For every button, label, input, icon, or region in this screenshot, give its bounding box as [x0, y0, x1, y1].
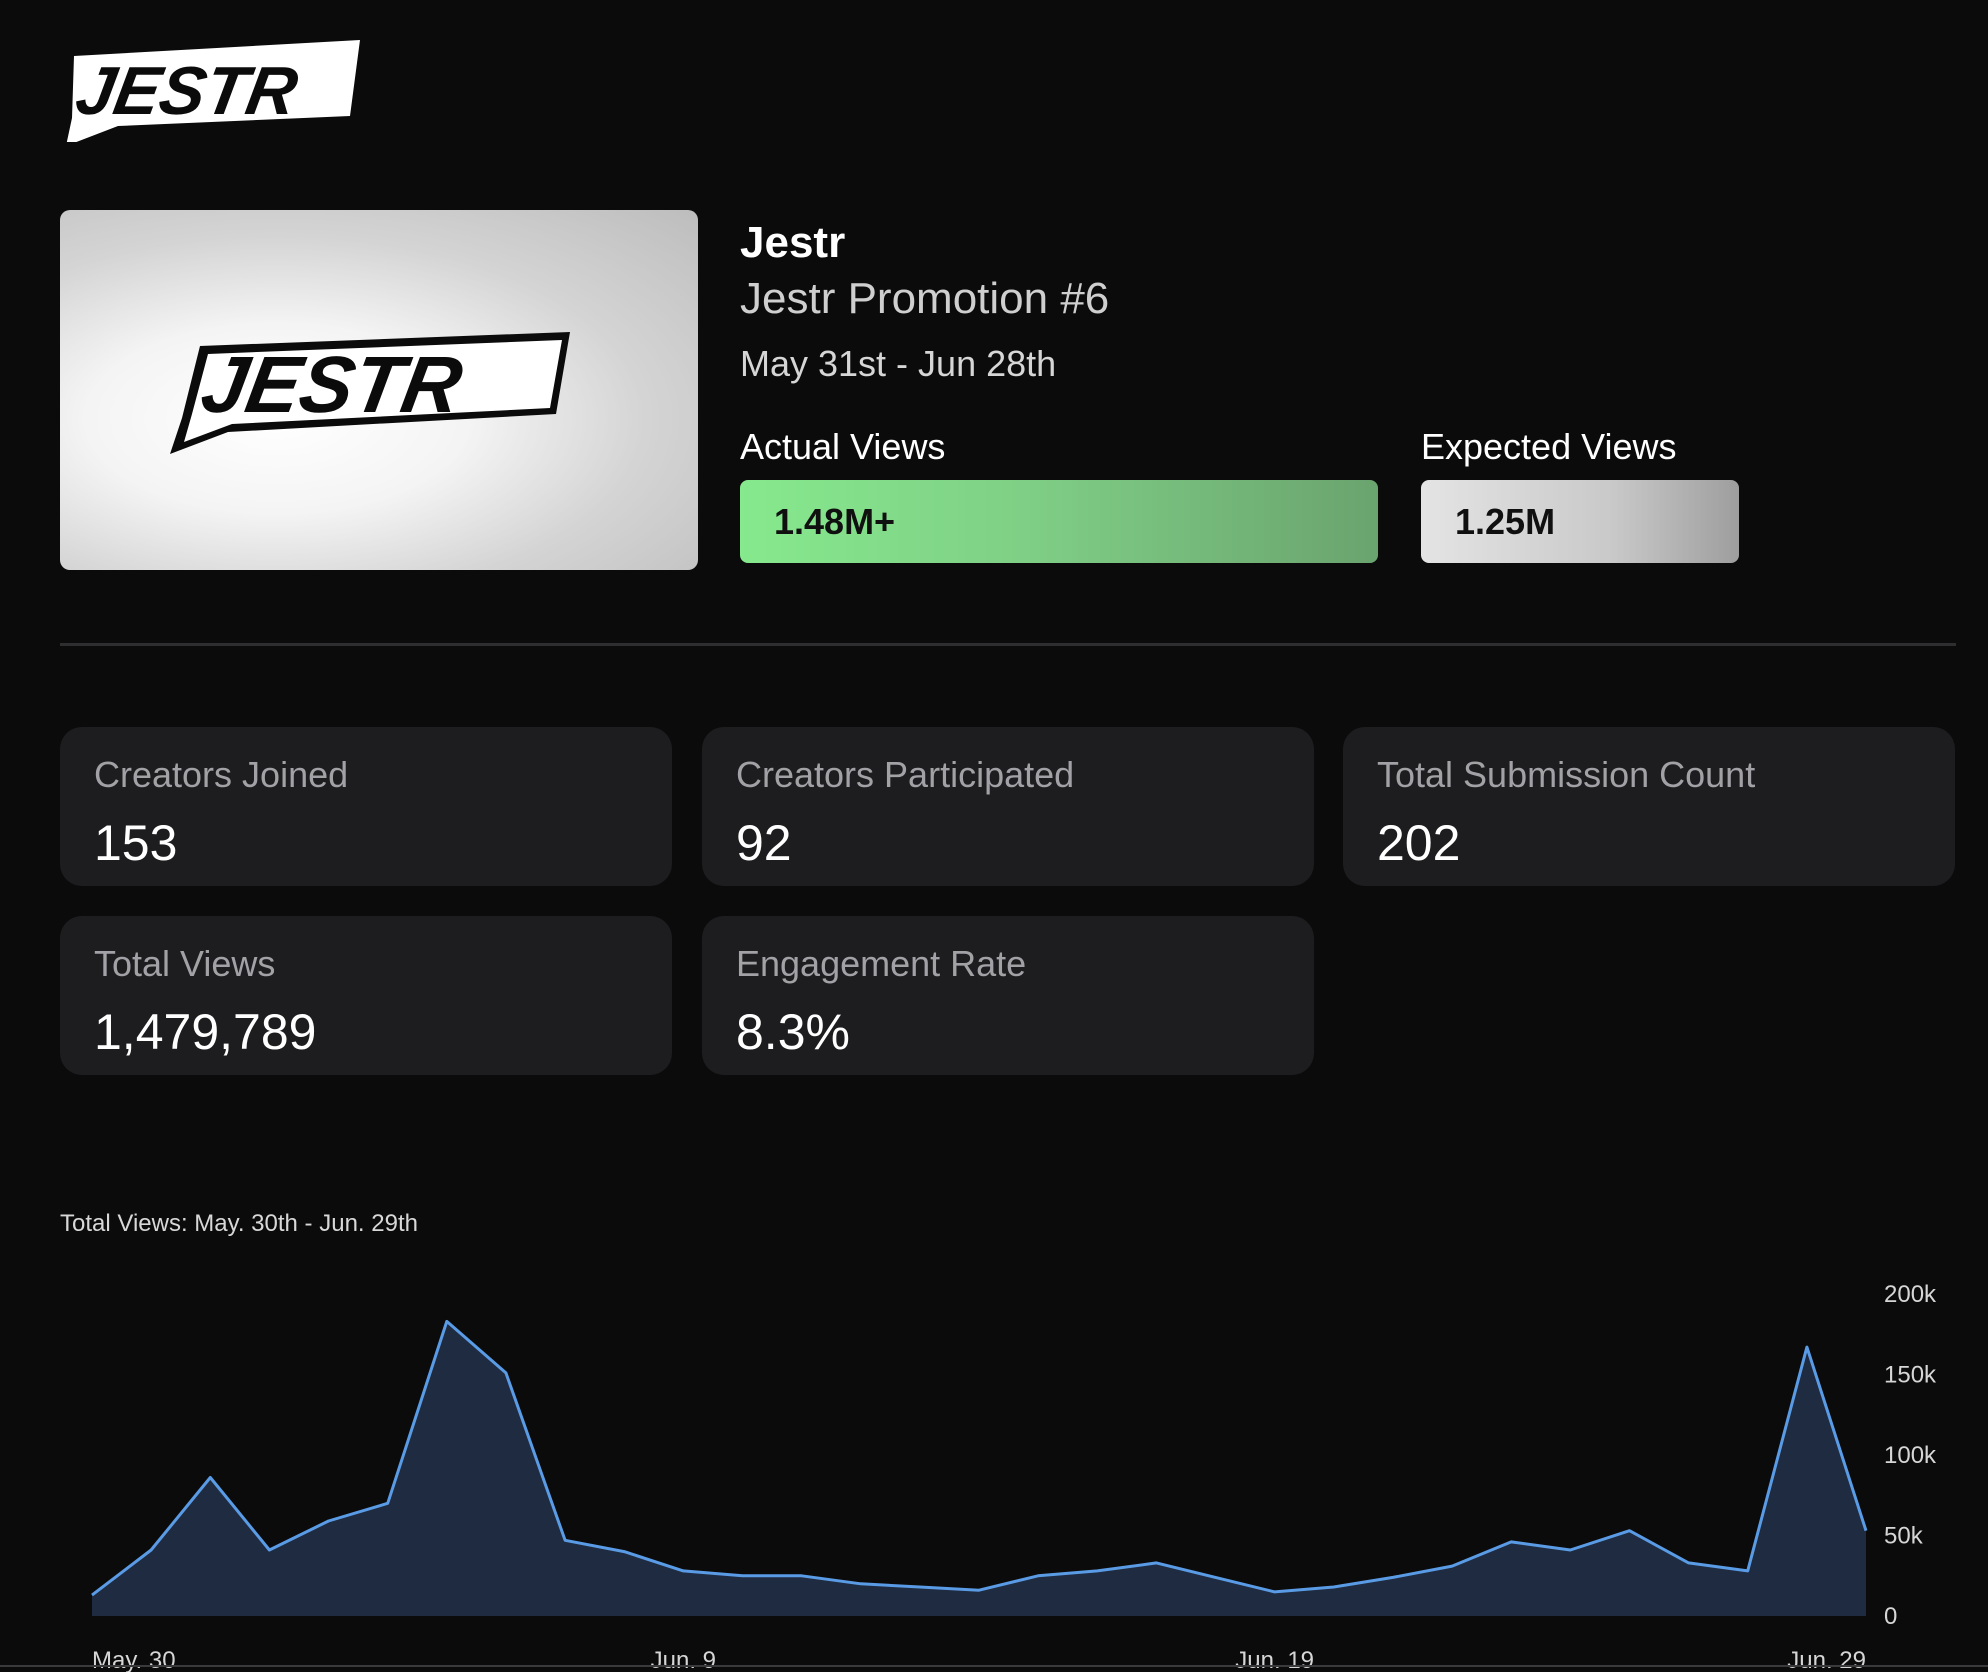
views-data-point [919, 1587, 920, 1588]
stat-label: Total Submission Count [1377, 754, 1756, 795]
y-tick-label: 0 [1884, 1603, 1897, 1630]
actual-views-bar: 1.48M+ [740, 480, 1378, 563]
jestr-logo: JESTR [60, 30, 420, 142]
x-tick-label: Jun. 29 [1787, 1647, 1866, 1672]
stat-value: 1,479,789 [94, 1004, 317, 1060]
svg-text:JESTR: JESTR [71, 52, 304, 128]
total-views-chart: 200k 150k 100k 50k 0 May. 30 Jun. 9 Jun. 19 Jun.… [0, 1260, 1988, 1672]
stat-value: 8.3% [736, 1004, 850, 1060]
views-data-point [210, 1477, 211, 1478]
views-data-point [1215, 1577, 1216, 1578]
views-data-point [860, 1583, 861, 1584]
svg-text:JESTR: JESTR [195, 341, 469, 430]
x-tick-label: May. 30 [92, 1647, 176, 1672]
views-data-point [1274, 1591, 1275, 1592]
expected-views-label: Expected Views [1421, 426, 1677, 467]
brand-name: Jestr [740, 218, 846, 267]
views-data-point [979, 1590, 980, 1591]
expected-views-bar: 1.25M [1421, 480, 1739, 563]
y-tick-label: 50k [1884, 1523, 1924, 1550]
stat-card-engagement-rate: Engagement Rate 8.3% [702, 916, 1314, 1075]
section-divider [60, 643, 1956, 646]
views-data-point [683, 1570, 684, 1571]
views-data-point [1097, 1570, 1098, 1571]
views-data-point [1570, 1549, 1571, 1550]
actual-views-value: 1.48M+ [774, 500, 896, 542]
views-data-point [1392, 1577, 1393, 1578]
stat-label: Total Views [94, 943, 276, 984]
stat-label: Creators Joined [94, 754, 349, 795]
expected-views-value: 1.25M [1455, 500, 1556, 542]
stat-card-creators-joined: Creators Joined 153 [60, 727, 672, 886]
campaign-image: JESTR [60, 210, 698, 570]
views-data-point [269, 1549, 270, 1550]
views-data-point [565, 1540, 566, 1541]
chart-title: Total Views: May. 30th - Jun. 29th [60, 1210, 418, 1237]
views-data-point [92, 1595, 93, 1596]
y-tick-label: 200k [1884, 1281, 1937, 1308]
stat-label: Creators Participated [736, 754, 1075, 795]
views-data-point [624, 1551, 625, 1552]
views-data-point [505, 1372, 506, 1373]
views-data-point [1038, 1575, 1039, 1576]
views-data-point [1747, 1570, 1748, 1571]
stat-card-creators-participated: Creators Participated 92 [702, 727, 1314, 886]
views-data-point [742, 1575, 743, 1576]
hero-logo: JESTR [170, 332, 570, 454]
x-tick-label: Jun. 19 [1235, 1647, 1314, 1672]
views-data-point [446, 1321, 447, 1322]
stat-label: Engagement Rate [736, 943, 1027, 984]
views-data-point [387, 1503, 388, 1504]
views-area-fill [92, 1321, 1866, 1616]
views-data-point [1452, 1566, 1453, 1567]
actual-views-label: Actual Views [740, 426, 946, 467]
y-tick-label: 150k [1884, 1362, 1937, 1389]
views-data-point [1806, 1347, 1807, 1348]
views-data-point [1688, 1562, 1689, 1563]
stat-value: 92 [736, 815, 792, 871]
views-data-point [1156, 1562, 1157, 1563]
campaign-date-range: May 31st - Jun 28th [740, 343, 1057, 384]
campaign-title: Jestr Promotion #6 [740, 274, 1110, 323]
views-data-point [151, 1549, 152, 1550]
stat-card-total-views: Total Views 1,479,789 [60, 916, 672, 1075]
stat-card-total-submission-count: Total Submission Count 202 [1343, 727, 1955, 886]
views-data-point [801, 1575, 802, 1576]
views-data-point [1511, 1541, 1512, 1542]
x-tick-label: Jun. 9 [651, 1647, 716, 1672]
views-data-point [1629, 1530, 1630, 1531]
stat-value: 153 [94, 815, 178, 871]
views-data-point [1333, 1587, 1334, 1588]
logo-mark: JESTR [66, 40, 360, 142]
area-chart-svg: 200k 150k 100k 50k 0 May. 30 Jun. 9 Jun. 19 Jun.… [0, 1281, 1988, 1672]
stat-value: 202 [1377, 815, 1461, 871]
views-data-point [1866, 1530, 1867, 1531]
views-data-point [328, 1521, 329, 1522]
y-tick-label: 100k [1884, 1442, 1937, 1469]
